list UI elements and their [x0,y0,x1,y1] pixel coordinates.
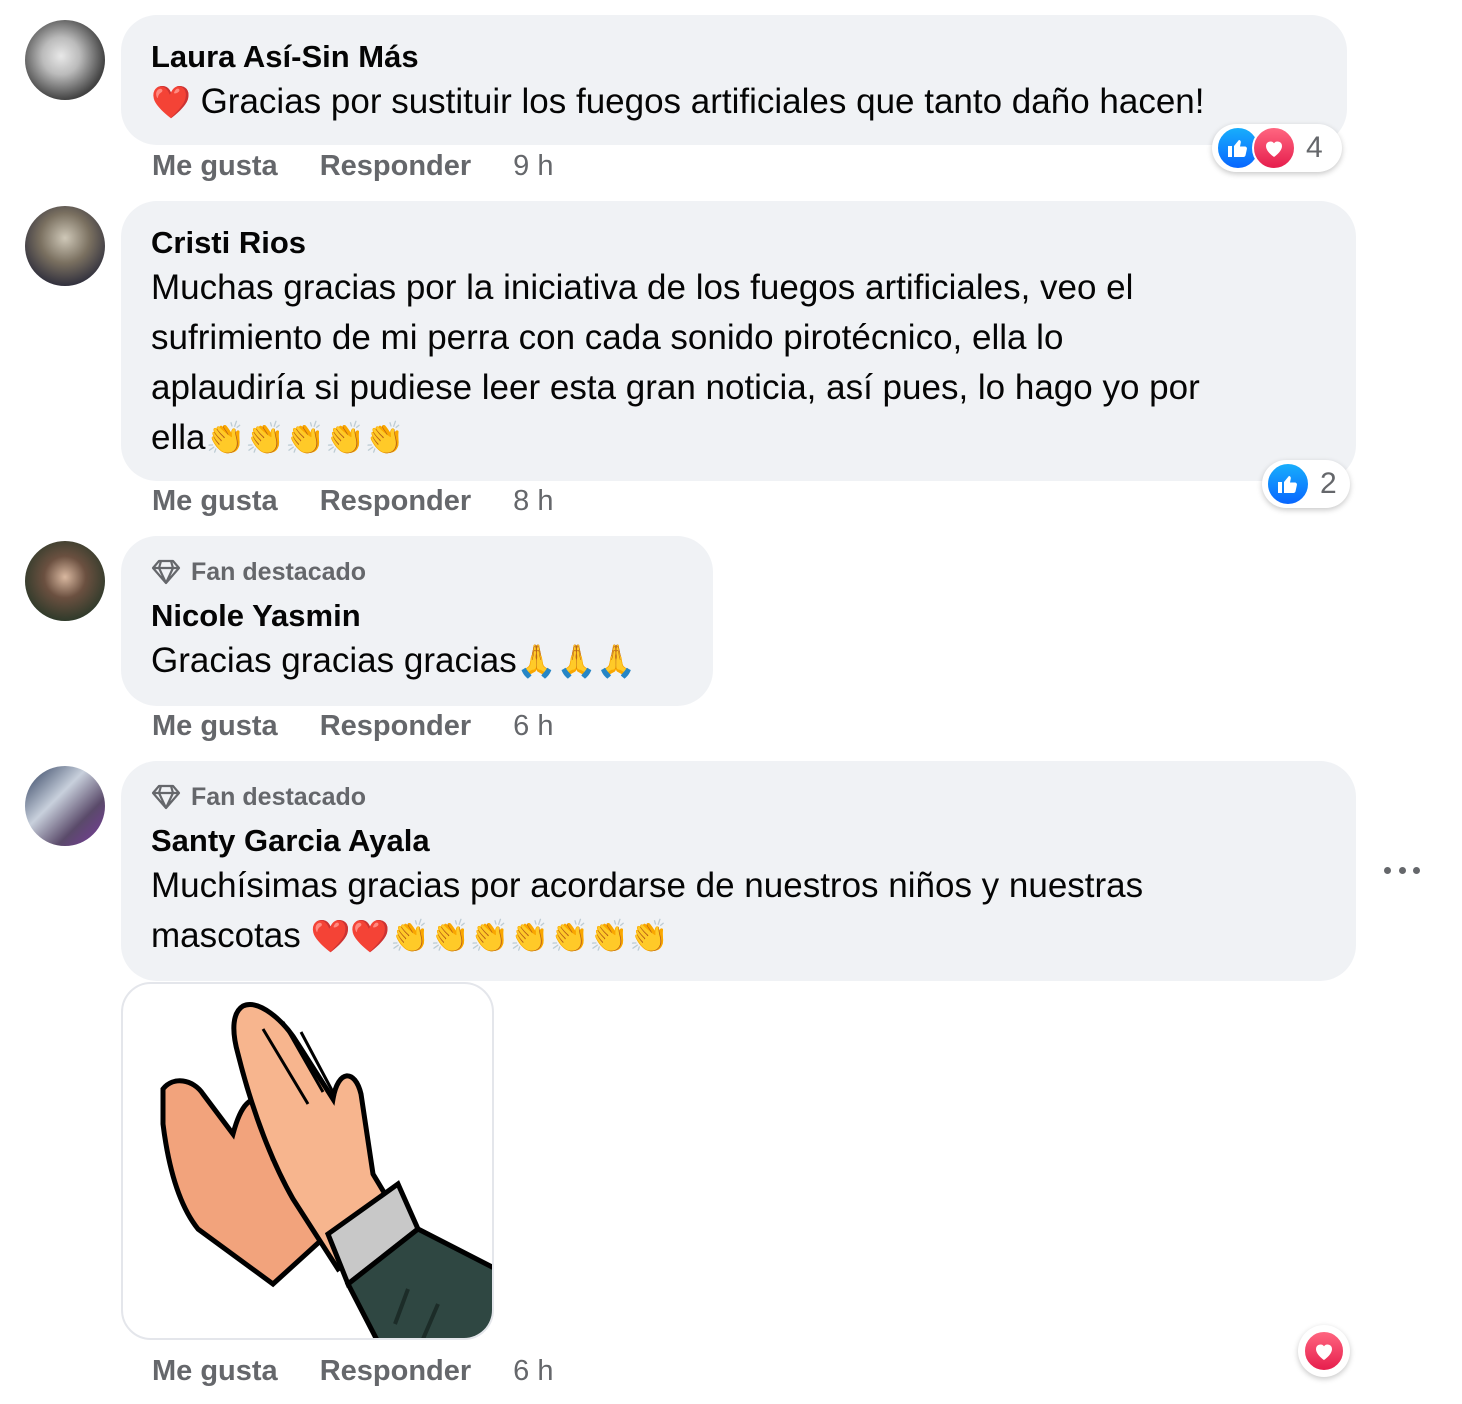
love-reaction-badge[interactable] [1298,1325,1350,1377]
reaction-summary[interactable]: 4 [1212,124,1342,172]
avatar[interactable] [25,20,105,100]
top-fan-badge: Fan destacado [151,554,683,590]
like-icon [1266,462,1310,506]
comment-line: ella [151,418,206,457]
like-button[interactable]: Me gusta [152,150,278,183]
diamond-badge-icon [151,559,181,585]
reaction-summary[interactable]: 2 [1262,460,1350,508]
comment-text: Gracias gracias gracias🙏🙏🙏 [151,636,683,686]
comment-actions: Me gusta Responder 6 h [152,710,554,743]
comment-line: mascotas [151,916,311,955]
reply-button[interactable]: Responder [320,485,471,518]
avatar[interactable] [25,541,105,621]
comment-bubble: Fan destacado Nicole Yasmin Gracias grac… [121,536,713,706]
comment-author[interactable]: Santy Garcia Ayala [151,821,1326,861]
praying-emoji: 🙏🙏🙏 [516,643,637,679]
comment-body: Gracias por sustituir los fuegos artific… [200,82,1205,121]
comment-line: aplaudiría si pudiese leer esta gran not… [151,368,1200,407]
badge-label: Fan destacado [191,558,367,586]
like-button[interactable]: Me gusta [152,1355,278,1388]
comment-timestamp[interactable]: 6 h [513,710,553,743]
comment-line: sufrimiento de mi perra con cada sonido … [151,318,1064,357]
reply-button[interactable]: Responder [320,150,471,183]
comment-bubble: Laura Así-Sin Más ❤️ Gracias por sustitu… [121,15,1347,145]
comment-bubble: Fan destacado Santy Garcia Ayala Muchísi… [121,761,1356,981]
comment-text: Muchísimas gracias por acordarse de nues… [151,861,1326,961]
comment-line: Muchas gracias por la iniciativa de los … [151,268,1134,307]
comment-actions: Me gusta Responder 9 h [152,150,554,183]
comment-timestamp[interactable]: 6 h [513,1355,553,1388]
like-button[interactable]: Me gusta [152,710,278,743]
comment-line: Muchísimas gracias por acordarse de nues… [151,866,1144,905]
love-icon [1252,126,1296,170]
comment-author[interactable]: Nicole Yasmin [151,596,683,636]
badge-label: Fan destacado [191,783,367,811]
reaction-count: 4 [1306,131,1323,164]
clapping-emoji: 👏👏👏👏👏 [205,420,405,456]
comment-author[interactable]: Laura Así-Sin Más [151,37,1317,77]
reply-button[interactable]: Responder [320,710,471,743]
reaction-count: 2 [1320,467,1337,500]
avatar[interactable] [25,206,105,286]
comment-actions: Me gusta Responder 8 h [152,485,554,518]
avatar[interactable] [25,766,105,846]
heart-emoji: ❤️ [151,84,191,120]
clapping-hands-sticker[interactable] [121,982,494,1340]
comment-body: Gracias gracias gracias [151,641,517,680]
hearts-clapping-emoji: ❤️❤️👏👏👏👏👏👏👏 [310,918,670,954]
diamond-badge-icon [151,784,181,810]
comment-timestamp[interactable]: 9 h [513,150,553,183]
like-button[interactable]: Me gusta [152,485,278,518]
comment-text: Muchas gracias por la iniciativa de los … [151,263,1326,463]
more-options-icon[interactable] [1384,860,1420,880]
comment-author[interactable]: Cristi Rios [151,223,1326,263]
comment-actions: Me gusta Responder 6 h [152,1355,554,1388]
comment-text: ❤️ Gracias por sustituir los fuegos arti… [151,77,1317,127]
reply-button[interactable]: Responder [320,1355,471,1388]
comment-timestamp[interactable]: 8 h [513,485,553,518]
love-icon [1303,1330,1345,1372]
comment-bubble: Cristi Rios Muchas gracias por la inicia… [121,201,1356,481]
top-fan-badge: Fan destacado [151,779,1326,815]
